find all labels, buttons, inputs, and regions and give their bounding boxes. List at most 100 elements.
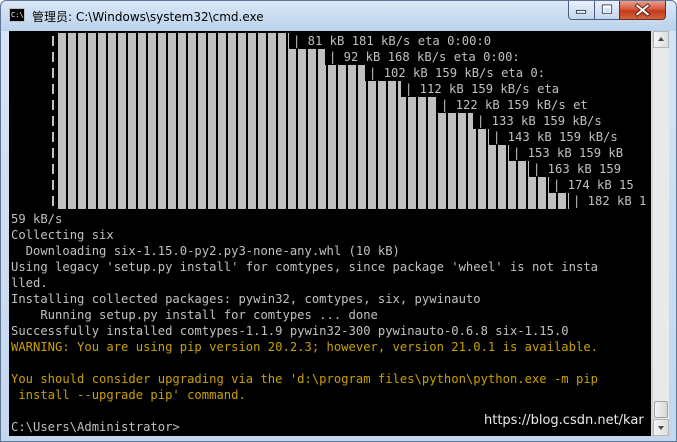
progress-block: [488, 129, 489, 145]
progress-block: [298, 129, 306, 145]
progress-block: [408, 129, 416, 145]
close-icon: [634, 3, 651, 17]
progress-block: [228, 113, 236, 129]
progress-block: [478, 193, 486, 209]
scroll-up-button[interactable]: [653, 31, 669, 48]
progress-block: [358, 65, 365, 81]
minimize-icon: [575, 10, 587, 14]
progress-block: [378, 177, 386, 193]
progress-block: [58, 97, 66, 113]
progress-block: [198, 81, 206, 97]
console-line: Collecting six: [11, 228, 114, 242]
progress-block: [58, 161, 66, 177]
progress-block: [168, 161, 176, 177]
progress-block: [68, 65, 76, 81]
progress-block: [98, 129, 106, 145]
progress-block: [178, 81, 186, 97]
progress-block: [238, 65, 246, 81]
progress-block: [408, 177, 416, 193]
progress-block: [128, 97, 136, 113]
progress-block: [328, 145, 336, 161]
progress-block: [218, 177, 226, 193]
progress-block: [108, 161, 116, 177]
progress-block: [188, 81, 196, 97]
progress-block: [318, 97, 326, 113]
progress-block: [398, 129, 406, 145]
progress-block: [158, 177, 166, 193]
progress-block: [58, 193, 66, 209]
progress-block: [288, 145, 296, 161]
progress-block: [108, 49, 116, 65]
progress-block: [198, 193, 206, 209]
vertical-scrollbar[interactable]: [652, 31, 669, 436]
progress-block: [178, 177, 186, 193]
progress-block: [88, 193, 96, 209]
progress-block: [228, 145, 236, 161]
progress-block: [348, 81, 356, 97]
progress-block: [208, 49, 216, 65]
progress-block: [268, 193, 276, 209]
progress-block: [268, 81, 276, 97]
progress-block: [248, 97, 256, 113]
maximize-button[interactable]: [594, 1, 620, 20]
scroll-down-button[interactable]: [653, 419, 669, 436]
progress-block: [78, 81, 86, 97]
console-output[interactable]: | 81 kB 181 kB/s eta 0:00:0 | 92 kB 168 k…: [9, 31, 651, 436]
progress-block: [418, 145, 426, 161]
progress-block: [118, 161, 126, 177]
progress-block: [248, 113, 256, 129]
progress-block: [98, 81, 106, 97]
progress-block: [208, 81, 216, 97]
progress-block: [108, 129, 116, 145]
progress-block: [188, 193, 196, 209]
progress-block: [308, 145, 316, 161]
progress-block: [318, 177, 326, 193]
warning-line: install --upgrade pip' command.: [11, 388, 246, 402]
progress-block: [488, 145, 496, 161]
progress-block: [358, 129, 366, 145]
minimize-button[interactable]: [568, 1, 595, 20]
progress-block: [178, 129, 186, 145]
progress-block: [248, 65, 256, 81]
progress-block: [528, 193, 536, 209]
progress-block: [358, 177, 366, 193]
progress-block: [188, 177, 196, 193]
progress-block: [438, 129, 446, 145]
progress-block: [68, 177, 76, 193]
progress-block: [198, 129, 206, 145]
progress-block: [438, 113, 446, 129]
progress-block: [228, 33, 236, 49]
cmd-console-icon[interactable]: C:\: [9, 8, 25, 22]
console-line: lled.: [11, 276, 48, 290]
progress-block: [348, 161, 356, 177]
scroll-thumb[interactable]: [654, 401, 668, 418]
progress-block: [188, 161, 196, 177]
progress-block: [408, 145, 416, 161]
progress-block: [78, 193, 86, 209]
progress-block: [318, 113, 326, 129]
progress-block: [418, 97, 426, 113]
progress-block: [148, 177, 156, 193]
progress-block: [198, 113, 206, 129]
close-button[interactable]: [619, 1, 666, 20]
progress-block: [118, 129, 126, 145]
progress-block: [288, 97, 296, 113]
progress-block: [88, 97, 96, 113]
progress-block: [318, 65, 326, 81]
progress-block: [58, 145, 66, 161]
progress-block: [318, 129, 326, 145]
progress-block: [68, 113, 76, 129]
progress-block: [438, 177, 446, 193]
progress-block: [378, 81, 386, 97]
progress-block: [458, 177, 466, 193]
progress-block: [558, 193, 566, 209]
progress-block: [538, 177, 546, 193]
progress-block: [418, 161, 426, 177]
progress-block: [308, 97, 316, 113]
title-bar[interactable]: C:\ 管理员: C:\Windows\system32\cmd.exe: [1, 1, 676, 31]
progress-block: [178, 161, 186, 177]
progress-block: [548, 177, 549, 193]
progress-block: [298, 81, 306, 97]
progress-block: [128, 177, 136, 193]
progress-block: [408, 161, 416, 177]
